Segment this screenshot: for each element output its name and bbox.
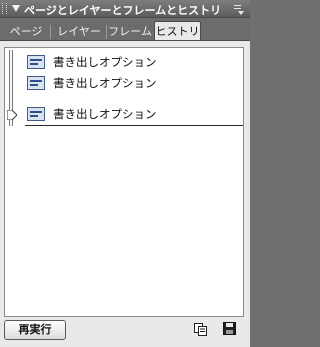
history-step-icon (27, 55, 45, 69)
tab-frames[interactable]: フレーム (108, 23, 152, 41)
copy-steps-icon[interactable] (194, 323, 208, 336)
history-step-icon (27, 76, 45, 90)
history-panel: ページとレイヤーとフレームとヒストリ ページ レイヤー フレーム ヒストリ 書き… (0, 0, 250, 347)
current-step-divider (25, 125, 243, 126)
tab-history[interactable]: ヒストリ (154, 21, 201, 41)
history-step-label: 書き出しオプション (53, 107, 157, 121)
save-command-icon[interactable] (223, 322, 236, 335)
panel-footer: 再実行 (0, 319, 250, 347)
history-list[interactable]: 書き出しオプション 書き出しオプション 書き出しオプション (4, 47, 244, 317)
panel-title-bar[interactable]: ページとレイヤーとフレームとヒストリ (0, 0, 250, 18)
history-content: 書き出しオプション 書き出しオプション 書き出しオプション (0, 40, 250, 319)
history-slider-handle-icon[interactable] (7, 110, 17, 120)
tab-bar: ページ レイヤー フレーム ヒストリ (0, 18, 250, 41)
tab-separator (50, 25, 51, 39)
panel-options-icon[interactable] (234, 3, 244, 15)
collapse-arrow-icon[interactable] (12, 5, 20, 12)
replay-button[interactable]: 再実行 (4, 320, 66, 340)
history-step[interactable]: 書き出しオプション (27, 73, 237, 93)
drag-grip-icon[interactable] (2, 3, 7, 14)
history-step-current[interactable]: 書き出しオプション (27, 104, 237, 124)
tab-pages[interactable]: ページ (6, 23, 46, 41)
history-step-icon (27, 107, 45, 121)
history-step-label: 書き出しオプション (53, 76, 157, 90)
tab-separator (106, 25, 107, 39)
history-step[interactable]: 書き出しオプション (27, 52, 237, 72)
panel-title: ページとレイヤーとフレームとヒストリ (24, 4, 222, 17)
history-step-label: 書き出しオプション (53, 55, 157, 69)
tab-layers[interactable]: レイヤー (53, 23, 105, 41)
